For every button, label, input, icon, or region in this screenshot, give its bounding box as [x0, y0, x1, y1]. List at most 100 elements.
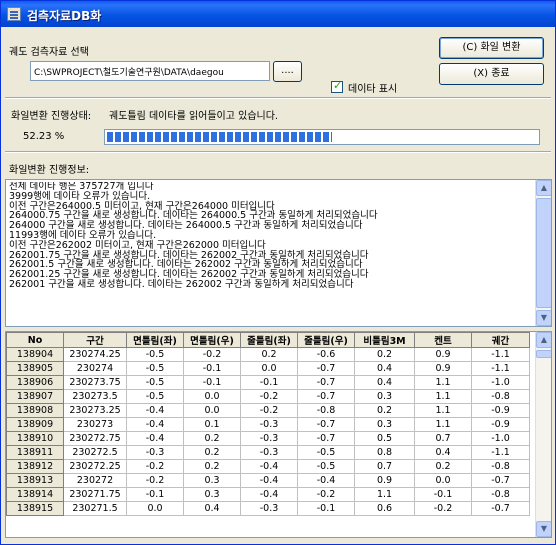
column-header[interactable]: No: [6, 332, 64, 348]
table-cell: 0.0: [240, 361, 298, 376]
column-header[interactable]: 줄틀림(우): [297, 332, 355, 348]
scroll-down-icon[interactable]: ▼: [536, 521, 551, 537]
table-cell: 0.5: [354, 431, 415, 446]
table-row[interactable]: 138911 230272.5 -0.3 0.2 -0.3 -0.5 0.8 0.4 -1.1: [6, 445, 530, 460]
table-cell: 138912: [6, 459, 64, 474]
table-cell: -0.4: [126, 417, 184, 432]
table-cell: -0.1: [183, 375, 241, 390]
table-cell: 0.7: [414, 431, 472, 446]
table-row[interactable]: 138915 230271.5 0.0 0.4 -0.3 -0.1 0.6 -0.2 -0.7: [6, 501, 530, 516]
column-header[interactable]: 면틀림(좌): [126, 332, 184, 348]
table-cell: 1.1: [354, 487, 415, 502]
window-title: 검측자료DB화: [27, 9, 102, 23]
log-scrollbar[interactable]: ▲ ▼: [535, 180, 551, 326]
data-table: No 구간 면틀림(좌) 면틀림(우) 줄틀림(좌) 줄틀림(우) 비틀림3M 켄트 궤간 13…: [6, 332, 530, 516]
table-cell: -0.2: [240, 389, 298, 404]
table-cell: -0.5: [126, 389, 184, 404]
progress-fill: [107, 132, 332, 142]
table-cell: -1.1: [471, 347, 530, 362]
table-cell: -0.7: [471, 473, 530, 488]
table-row[interactable]: 138909 230273 -0.4 0.1 -0.3 -0.7 0.3 1.1 -0.9: [6, 417, 530, 432]
exit-button[interactable]: (X) 종료: [439, 63, 544, 85]
table-cell: 0.9: [414, 347, 472, 362]
title-bar[interactable]: 검측자료DB화: [1, 1, 555, 27]
table-cell: 0.4: [414, 445, 472, 460]
table-cell: -0.5: [126, 375, 184, 390]
table-cell: -0.4: [240, 459, 298, 474]
table-row[interactable]: 138907 230273.5 -0.5 0.0 -0.2 -0.7 0.3 1.1 -0.8: [6, 389, 530, 404]
table-cell: -0.4: [297, 473, 355, 488]
table-cell: -0.3: [240, 431, 298, 446]
table-cell: -1.0: [471, 375, 530, 390]
table-row[interactable]: 138906 230273.75 -0.5 -0.1 -0.1 -0.7 0.4 1.1 -1.…: [6, 375, 530, 390]
table-cell: 0.0: [414, 473, 472, 488]
table-cell: 0.2: [183, 459, 241, 474]
table-cell: 1.1: [414, 375, 472, 390]
table-cell: -0.5: [297, 445, 355, 460]
scroll-up-icon[interactable]: ▲: [536, 180, 551, 196]
scroll-thumb[interactable]: [536, 198, 551, 308]
browse-button[interactable]: ....: [273, 61, 302, 82]
table-row[interactable]: 138905 230274 -0.5 -0.1 0.0 -0.7 0.4 0.9 -1.1: [6, 361, 530, 376]
table-cell: 230274.25: [63, 347, 127, 362]
column-header[interactable]: 줄틀림(좌): [240, 332, 298, 348]
table-cell: 0.3: [354, 389, 415, 404]
table-cell: 0.2: [240, 347, 298, 362]
table-cell: 230271.5: [63, 501, 127, 516]
column-header[interactable]: 켄트: [414, 332, 472, 348]
table-cell: 230271.75: [63, 487, 127, 502]
column-header[interactable]: 비틀림3M: [354, 332, 415, 348]
table-cell: 0.9: [354, 473, 415, 488]
table-cell: -0.7: [297, 361, 355, 376]
show-data-label: 데이타 표시: [348, 84, 398, 95]
log-lines: 전체 데이타 행은 375727개 입니다 3999행에 데이타 오류가 있습니다…: [9, 182, 533, 290]
table-cell: -0.3: [126, 445, 184, 460]
data-grid[interactable]: No 구간 면틀림(좌) 면틀림(우) 줄틀림(좌) 줄틀림(우) 비틀림3M 켄트 궤간 13…: [5, 331, 552, 538]
log-line: 262001 구간을 새로 생성합니다. 데이타는 262002 구간과 동일하…: [9, 278, 354, 290]
convert-button[interactable]: (C) 화일 변환: [439, 37, 544, 59]
table-cell: -0.2: [240, 403, 298, 418]
table-cell: 1.1: [414, 403, 472, 418]
grid-scrollbar[interactable]: ▲ ▼: [535, 332, 551, 537]
table-cell: 138915: [6, 501, 64, 516]
table-cell: 138908: [6, 403, 64, 418]
table-cell: 230273.5: [63, 389, 127, 404]
column-header[interactable]: 면틀림(우): [183, 332, 241, 348]
scroll-down-icon[interactable]: ▼: [536, 310, 551, 326]
table-cell: -0.2: [414, 501, 472, 516]
table-cell: 0.4: [354, 361, 415, 376]
table-cell: 138906: [6, 375, 64, 390]
table-row[interactable]: 138908 230273.25 -0.4 0.0 -0.2 -0.8 0.2 1.1 -0.9: [6, 403, 530, 418]
table-cell: -0.5: [126, 347, 184, 362]
table-cell: -0.1: [240, 375, 298, 390]
table-row[interactable]: 138910 230272.75 -0.4 0.2 -0.3 -0.7 0.5 0.7 -1.0: [6, 431, 530, 446]
separator: [5, 151, 551, 153]
table-cell: 230274: [63, 361, 127, 376]
table-row[interactable]: 138913 230272 -0.2 0.3 -0.4 -0.4 0.9 0.0 -0.7: [6, 473, 530, 488]
table-cell: 230272.25: [63, 459, 127, 474]
table-cell: 0.4: [354, 375, 415, 390]
table-row[interactable]: 138914 230271.75 -0.1 0.3 -0.4 -0.2 1.1 -0.1 -0.…: [6, 487, 530, 502]
table-cell: 138907: [6, 389, 64, 404]
table-cell: -1.1: [471, 445, 530, 460]
table-cell: -0.1: [126, 487, 184, 502]
column-header[interactable]: 구간: [63, 332, 127, 348]
log-textarea[interactable]: 전체 데이타 행은 375727개 입니다 3999행에 데이타 오류가 있습니다…: [5, 179, 552, 327]
path-field[interactable]: C:\SWPROJECT\철도기술연구원\DATA\daegou: [30, 61, 270, 81]
table-cell: 138911: [6, 445, 64, 460]
table-row[interactable]: 138912 230272.25 -0.2 0.2 -0.4 -0.5 0.7 0.2 -0.8: [6, 459, 530, 474]
table-cell: -0.9: [471, 417, 530, 432]
column-header[interactable]: 궤간: [471, 332, 530, 348]
progress-percent: 52.23 %: [23, 131, 65, 142]
table-cell: 0.8: [354, 445, 415, 460]
table-cell: 1.1: [414, 417, 472, 432]
table-row[interactable]: 138904 230274.25 -0.5 -0.2 0.2 -0.6 0.2 0.9 -1.1: [6, 347, 530, 362]
scroll-up-icon[interactable]: ▲: [536, 332, 551, 348]
table-cell: -0.2: [126, 473, 184, 488]
show-data-checkbox[interactable]: [331, 79, 343, 93]
separator: [5, 97, 551, 99]
table-cell: -0.5: [126, 361, 184, 376]
scroll-thumb[interactable]: [536, 350, 551, 358]
table-cell: 0.2: [414, 459, 472, 474]
table-cell: 0.2: [354, 347, 415, 362]
